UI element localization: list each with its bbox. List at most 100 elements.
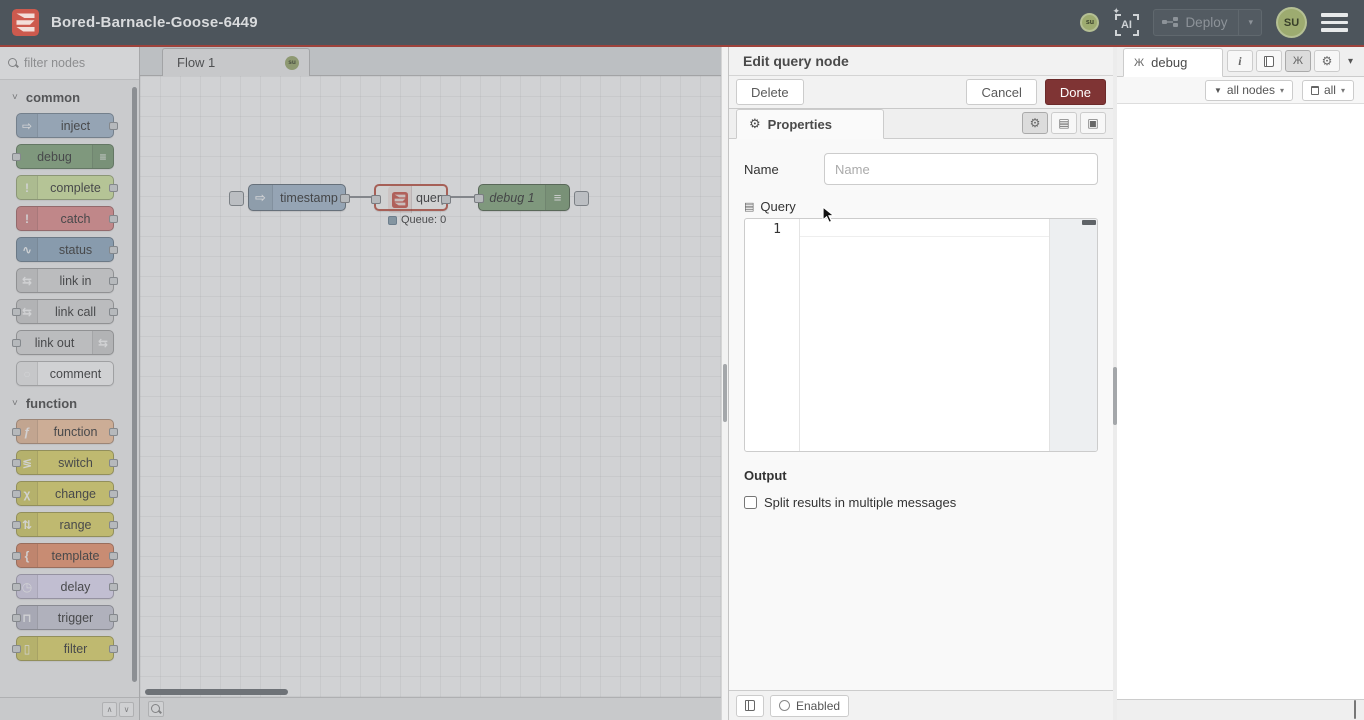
palette-node-template[interactable]: {template	[16, 543, 114, 568]
tab-appearance-button[interactable]: ▣	[1080, 112, 1106, 134]
mouse-cursor-icon	[822, 206, 838, 224]
debug-1-icon: ≡	[545, 185, 569, 210]
editor-text-area[interactable]	[799, 219, 1097, 451]
input-port	[12, 552, 21, 560]
palette-section-header-function[interactable]: ˅function	[12, 396, 139, 411]
palette-node-label: status	[38, 238, 113, 261]
palette-node-function[interactable]: ƒfunction	[16, 419, 114, 444]
input-port	[12, 339, 21, 347]
input-port[interactable]	[371, 195, 381, 204]
deploy-button[interactable]: Deploy ▾	[1153, 9, 1262, 36]
palette-node-change[interactable]: χchange	[16, 481, 114, 506]
enabled-state-icon	[779, 700, 790, 711]
debug-filter-nodes-button[interactable]: ▼ all nodes ▾	[1205, 80, 1293, 101]
palette-collapse-all-button[interactable]: ∧	[102, 702, 117, 717]
palette-node-label: complete	[38, 176, 113, 199]
tab-description-button[interactable]: ▤	[1051, 112, 1077, 134]
debug-sidebar: Ж debug i Ж ⚙ ▾ ▼ all nodes ▾ all ▾	[1117, 47, 1364, 720]
palette-scrollbar[interactable]	[132, 87, 137, 682]
flow-node-label: debug 1	[479, 185, 545, 210]
user-avatar[interactable]: SU	[1276, 7, 1307, 38]
sidebar-info-button[interactable]: i	[1227, 50, 1253, 72]
palette-node-label: link out	[17, 331, 92, 354]
palette-node-inject[interactable]: ⇨inject	[16, 113, 114, 138]
query-code-editor[interactable]: 1	[744, 218, 1098, 452]
split-results-label: Split results in multiple messages	[764, 495, 956, 510]
input-port	[12, 490, 21, 498]
debug-tab-label: debug	[1151, 55, 1187, 70]
output-port	[109, 490, 118, 498]
split-results-checkbox[interactable]	[744, 496, 757, 509]
sidebar-tabs-dropdown-icon[interactable]: ▾	[1343, 56, 1358, 67]
canvas-search-button[interactable]	[148, 701, 164, 717]
input-port	[12, 645, 21, 653]
minimap-slider[interactable]	[1082, 220, 1096, 225]
palette-node-range[interactable]: ⇅range	[16, 512, 114, 537]
book-icon	[1264, 56, 1274, 67]
trash-icon	[1311, 86, 1319, 95]
flow-canvas[interactable]: ⇨timestamp queryQueue: 0 ≡debug 1	[140, 76, 722, 697]
palette-node-filter[interactable]: ▯filter	[16, 636, 114, 661]
palette-node-comment[interactable]: ○comment	[16, 361, 114, 386]
flow-node-debug-1[interactable]: ≡debug 1	[478, 184, 570, 211]
palette-node-switch[interactable]: ≶switch	[16, 450, 114, 475]
debug-icon: ≡	[92, 145, 113, 168]
ai-assistant-icon[interactable]: ✦ AI	[1113, 10, 1139, 36]
delete-button[interactable]: Delete	[736, 79, 804, 105]
flow-node-query[interactable]: queryQueue: 0	[374, 184, 448, 211]
bug-icon: Ж	[1293, 55, 1303, 67]
palette-node-link-in[interactable]: ⇆link in	[16, 268, 114, 293]
app-logo-icon[interactable]	[12, 9, 39, 36]
palette-search[interactable]	[0, 47, 139, 80]
output-port[interactable]	[340, 194, 350, 203]
filter-nodes-input[interactable]	[24, 56, 131, 70]
debug-clear-button[interactable]: all ▾	[1302, 80, 1354, 101]
open-debug-window-button[interactable]	[1354, 701, 1356, 719]
palette-node-complete[interactable]: !complete	[16, 175, 114, 200]
palette-expand-all-button[interactable]: ∨	[119, 702, 134, 717]
enabled-toggle-button[interactable]: Enabled	[770, 695, 849, 717]
editor-minimap[interactable]	[1049, 219, 1097, 451]
sidebar-config-button[interactable]: ⚙	[1314, 50, 1340, 72]
chevron-down-icon: ▾	[1341, 86, 1345, 95]
tray-resize-handle[interactable]	[721, 47, 728, 720]
input-port[interactable]	[474, 194, 484, 203]
input-port	[12, 459, 21, 467]
enabled-label: Enabled	[796, 699, 840, 713]
canvas-horizontal-scrollbar[interactable]	[145, 689, 288, 695]
output-port	[109, 614, 118, 622]
flow-node-timestamp[interactable]: ⇨timestamp	[248, 184, 346, 211]
tab-properties-button[interactable]: ⚙	[1022, 112, 1048, 134]
palette-node-delay[interactable]: ◷delay	[16, 574, 114, 599]
status-icon: ∿	[17, 238, 38, 261]
comment-icon: ○	[17, 362, 38, 385]
filter-nodes-label: all nodes	[1227, 83, 1275, 97]
sidebar-tab-bar: Ж debug i Ж ⚙ ▾	[1117, 47, 1364, 77]
palette-node-catch[interactable]: !catch	[16, 206, 114, 231]
cancel-button[interactable]: Cancel	[966, 79, 1036, 105]
collaborator-avatar[interactable]: su	[1080, 13, 1099, 32]
output-port	[109, 521, 118, 529]
sidebar-help-button[interactable]	[1256, 50, 1282, 72]
done-button[interactable]: Done	[1045, 79, 1106, 105]
tab-debug[interactable]: Ж debug	[1123, 48, 1223, 77]
inject-button[interactable]	[229, 191, 244, 206]
palette-node-link-call[interactable]: ⇆link call	[16, 299, 114, 324]
properties-tab-label: Properties	[768, 117, 832, 132]
palette-node-link-out[interactable]: ⇆link out	[16, 330, 114, 355]
flow-tab[interactable]: Flow 1 su	[162, 48, 310, 76]
palette-node-debug[interactable]: ≡debug	[16, 144, 114, 169]
palette-section-label: function	[26, 396, 77, 411]
tab-properties[interactable]: ⚙ Properties	[736, 109, 884, 139]
palette-section-header-common[interactable]: ˅common	[12, 90, 139, 105]
main-menu-icon[interactable]	[1321, 13, 1348, 32]
debug-toggle-button[interactable]	[574, 191, 589, 206]
link-in-icon: ⇆	[17, 269, 38, 292]
deploy-dropdown-chevron-icon[interactable]: ▾	[1246, 17, 1253, 28]
palette-node-status[interactable]: ∿status	[16, 237, 114, 262]
name-input[interactable]	[824, 153, 1098, 185]
sidebar-debug-button[interactable]: Ж	[1285, 50, 1311, 72]
node-info-button[interactable]	[736, 695, 764, 717]
output-port[interactable]	[441, 195, 451, 204]
palette-node-trigger[interactable]: ⊓trigger	[16, 605, 114, 630]
